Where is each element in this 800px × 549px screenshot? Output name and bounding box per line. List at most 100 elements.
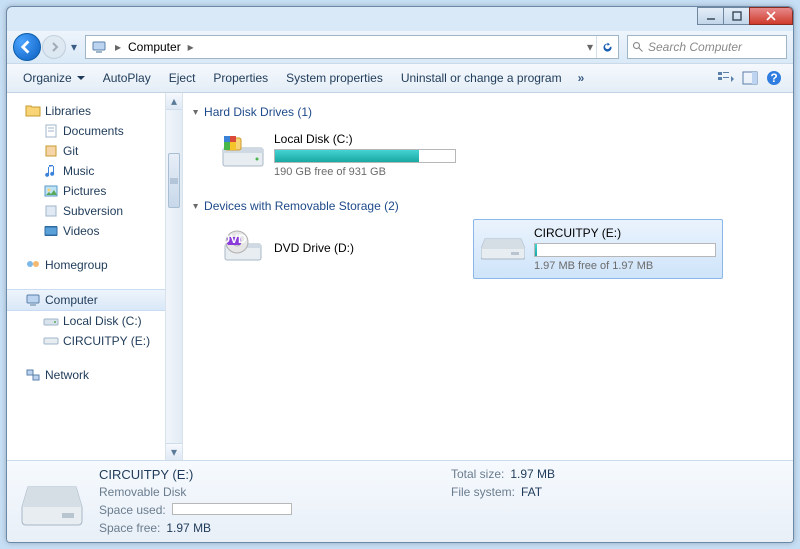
eject-button[interactable]: Eject (161, 67, 204, 89)
drive-subtitle: 190 GB free of 931 GB (274, 166, 456, 178)
removable-icon (43, 333, 59, 349)
subversion-icon (43, 203, 59, 219)
address-history-dropdown[interactable]: ▾ (584, 40, 596, 54)
navigation-tree: Libraries Documents Git Music Pictures S… (7, 93, 183, 460)
drive-local-disk-c[interactable]: Local Disk (C:) 190 GB free of 931 GB (213, 125, 463, 185)
drive-title: Local Disk (C:) (274, 132, 456, 146)
homegroup-icon (25, 257, 41, 273)
details-total-size-label: Total size: (451, 467, 504, 485)
help-button[interactable]: ? (763, 67, 785, 89)
git-icon (43, 143, 59, 159)
details-space-free-value: 1.97 MB (166, 521, 211, 539)
hdd-icon (43, 313, 59, 329)
drive-title: CIRCUITPY (E:) (534, 226, 716, 240)
tree-libraries[interactable]: Libraries (7, 101, 182, 121)
address-bar[interactable]: ▸ Computer ▸ ▾ (85, 35, 619, 59)
tree-videos[interactable]: Videos (7, 221, 182, 241)
autoplay-label: AutoPlay (103, 71, 151, 85)
breadcrumb-root-chevron-icon[interactable]: ▸ (112, 40, 124, 54)
tree-item-label: Documents (63, 124, 124, 138)
tree-item-label: Pictures (63, 184, 106, 198)
group-header-removable[interactable]: Devices with Removable Storage (2) (193, 199, 783, 213)
details-usage-bar (172, 503, 292, 515)
eject-label: Eject (169, 71, 196, 85)
details-fs-value: FAT (521, 485, 542, 503)
tree-subversion[interactable]: Subversion (7, 201, 182, 221)
details-pane: CIRCUITPY (E:) Total size: 1.97 MB Remov… (7, 460, 793, 542)
preview-pane-button[interactable] (739, 67, 761, 89)
organize-label: Organize (23, 71, 72, 85)
drive-circuitpy-e[interactable]: CIRCUITPY (E:) 1.97 MB free of 1.97 MB (473, 219, 723, 279)
svg-text:DVD: DVD (221, 232, 247, 246)
system-properties-label: System properties (286, 71, 383, 85)
details-space-used-label: Space used: (99, 503, 166, 521)
sidebar-scrollbar[interactable]: ▴ ▾ (165, 93, 182, 460)
tree-documents[interactable]: Documents (7, 121, 182, 141)
search-input[interactable]: Search Computer (627, 35, 787, 59)
organize-menu[interactable]: Organize (15, 67, 93, 89)
search-placeholder: Search Computer (648, 40, 742, 54)
tree-homegroup[interactable]: Homegroup (7, 255, 182, 275)
group-header-label: Devices with Removable Storage (2) (204, 199, 399, 213)
search-icon (632, 41, 644, 53)
toolbar: Organize AutoPlay Eject Properties Syste… (7, 63, 793, 93)
scrollbar-thumb[interactable] (168, 153, 180, 208)
tree-network-label: Network (45, 368, 89, 382)
hdd-icon (220, 132, 266, 172)
removable-drive-icon (17, 467, 87, 536)
back-button[interactable] (13, 33, 41, 61)
usage-bar (534, 243, 716, 257)
computer-icon (89, 37, 109, 57)
tree-pictures[interactable]: Pictures (7, 181, 182, 201)
system-properties-button[interactable]: System properties (278, 67, 391, 89)
uninstall-label: Uninstall or change a program (401, 71, 562, 85)
close-button[interactable] (749, 7, 793, 25)
tree-computer[interactable]: Computer (7, 289, 182, 311)
history-dropdown[interactable]: ▾ (67, 37, 81, 57)
pictures-icon (43, 183, 59, 199)
drive-title: DVD Drive (D:) (274, 241, 354, 255)
music-icon (43, 163, 59, 179)
videos-icon (43, 223, 59, 239)
view-options-button[interactable] (715, 67, 737, 89)
tree-network[interactable]: Network (7, 365, 182, 385)
content-pane: Hard Disk Drives (1) Local Disk (C:) 190… (183, 93, 793, 460)
explorer-window: ▾ ▸ Computer ▸ ▾ Search Computer Organiz… (6, 6, 794, 543)
drive-dvd-d[interactable]: DVD DVD Drive (D:) (213, 219, 463, 279)
group-header-hdd[interactable]: Hard Disk Drives (1) (193, 105, 783, 119)
removable-drive-icon (480, 226, 526, 266)
refresh-button[interactable] (596, 36, 618, 58)
tree-circuitpy-e[interactable]: CIRCUITPY (E:) (7, 331, 182, 351)
dvd-icon: DVD (220, 226, 266, 266)
minimize-button[interactable] (697, 7, 724, 25)
group-header-label: Hard Disk Drives (1) (204, 105, 312, 119)
breadcrumb-chevron-icon[interactable]: ▸ (185, 40, 197, 54)
tree-item-label: Git (63, 144, 78, 158)
scroll-down-icon[interactable]: ▾ (166, 443, 182, 460)
scroll-up-icon[interactable]: ▴ (166, 93, 182, 110)
tree-libraries-label: Libraries (45, 104, 91, 118)
details-title: CIRCUITPY (E:) (99, 467, 193, 482)
breadcrumb-label: Computer (128, 40, 181, 54)
uninstall-button[interactable]: Uninstall or change a program (393, 67, 570, 89)
autoplay-button[interactable]: AutoPlay (95, 67, 159, 89)
forward-button[interactable] (42, 35, 66, 59)
tree-local-disk-c[interactable]: Local Disk (C:) (7, 311, 182, 331)
tree-item-label: CIRCUITPY (E:) (63, 334, 150, 348)
tree-item-label: Music (63, 164, 94, 178)
tree-homegroup-label: Homegroup (45, 258, 108, 272)
libraries-icon (25, 103, 41, 119)
breadcrumb-computer[interactable]: Computer (124, 36, 185, 58)
maximize-button[interactable] (723, 7, 750, 25)
drive-subtitle: 1.97 MB free of 1.97 MB (534, 260, 716, 272)
details-space-free-label: Space free: (99, 521, 160, 539)
toolbar-overflow[interactable]: » (572, 71, 591, 85)
tree-git[interactable]: Git (7, 141, 182, 161)
details-fs-label: File system: (451, 485, 515, 503)
properties-button[interactable]: Properties (205, 67, 276, 89)
navigation-bar: ▾ ▸ Computer ▸ ▾ Search Computer (7, 31, 793, 63)
titlebar (7, 7, 793, 31)
usage-bar (274, 149, 456, 163)
tree-music[interactable]: Music (7, 161, 182, 181)
tree-item-label: Videos (63, 224, 99, 238)
